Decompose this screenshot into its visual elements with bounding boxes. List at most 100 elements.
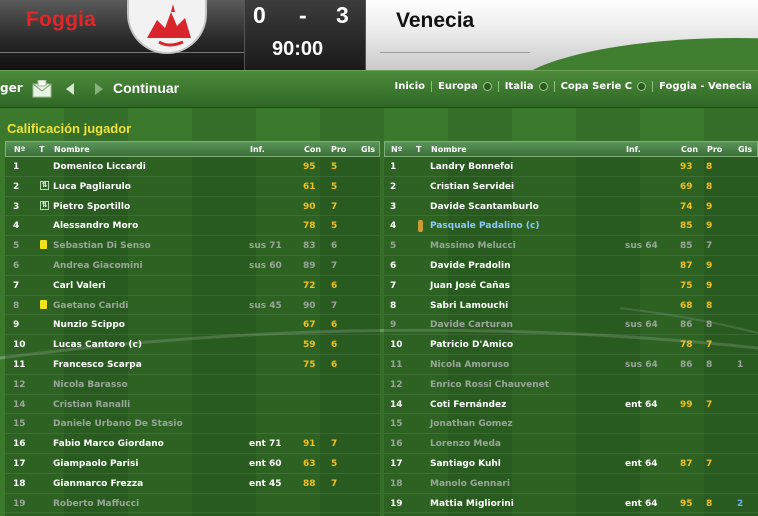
player-row[interactable]: 6 Andrea Giacomini sus 60 89 7	[5, 256, 380, 276]
player-name[interactable]: Davide Scantamburlo	[430, 202, 539, 212]
mail-icon[interactable]	[32, 79, 52, 98]
dropdown-dot-icon[interactable]	[482, 82, 492, 91]
manager-menu[interactable]: ger	[0, 81, 23, 95]
forward-arrow-icon[interactable]	[93, 81, 105, 100]
home-team-name[interactable]: Foggia	[26, 8, 96, 32]
dropdown-dot-icon[interactable]	[538, 82, 548, 91]
player-name[interactable]: Pietro Sportillo	[53, 202, 130, 212]
player-row[interactable]: 4 Alessandro Moro 78 5	[5, 216, 380, 237]
player-name[interactable]: Mattia Migliorini	[430, 499, 514, 509]
player-row[interactable]: 6 Davide Pradolin 87 9	[384, 256, 758, 276]
player-row[interactable]: 18 Manolo Gennari	[384, 474, 758, 494]
player-row[interactable]: 15 Daniele Urbano De Stasio	[5, 414, 380, 435]
player-row[interactable]: 12 Nicola Barasso	[5, 375, 380, 395]
player-name[interactable]: Andrea Giacomini	[53, 261, 143, 271]
back-arrow-icon[interactable]	[64, 81, 76, 100]
col-pro[interactable]: Pro	[331, 145, 346, 154]
player-row[interactable]: 11 Nicola Amoruso sus 64 86 8 1	[384, 355, 758, 375]
player-name[interactable]: Fabio Marco Giordano	[53, 439, 164, 449]
player-name[interactable]: Landry Bonnefoi	[430, 162, 513, 172]
player-row[interactable]: 7 Carl Valeri 72 6	[5, 276, 380, 296]
player-row[interactable]: 1 Landry Bonnefoi 93 8	[384, 157, 758, 177]
player-row[interactable]: 1 Domenico Liccardi 95 5	[5, 157, 380, 177]
player-row[interactable]: 5 Sebastian Di Senso sus 71 83 6	[5, 236, 380, 256]
player-name[interactable]: Francesco Scarpa	[53, 360, 142, 370]
player-row[interactable]: 19 Mattia Migliorini ent 64 95 8 2	[384, 494, 758, 514]
player-name[interactable]: Gianmarco Frezza	[53, 479, 143, 489]
player-name[interactable]: Daniele Urbano De Stasio	[53, 419, 183, 429]
breadcrumb-copa[interactable]: Copa Serie C	[553, 81, 653, 92]
player-name[interactable]: Nicola Amoruso	[430, 360, 509, 370]
breadcrumb-match[interactable]: Foggia - Venecia	[652, 81, 758, 92]
player-row[interactable]: 16 Fabio Marco Giordano ent 71 91 7	[5, 434, 380, 454]
col-num[interactable]: Nº	[391, 145, 402, 154]
player-row[interactable]: 2 ⇅ Luca Pagliarulo 61 5	[5, 177, 380, 197]
player-name[interactable]: Patricio D'Amico	[430, 340, 513, 350]
breadcrumb-inicio[interactable]: Inicio	[389, 81, 432, 92]
player-row[interactable]: 16 Lorenzo Meda	[384, 434, 758, 454]
player-name[interactable]: Massimo Melucci	[430, 241, 516, 251]
player-row[interactable]: 14 Cristian Ranalli	[5, 395, 380, 415]
col-pro[interactable]: Pro	[707, 145, 722, 154]
player-name[interactable]: Lucas Cantoro (c)	[53, 340, 142, 350]
player-name[interactable]: Nicola Barasso	[53, 380, 128, 390]
player-row[interactable]: 7 Juan José Cañas 75 9	[384, 276, 758, 296]
player-name[interactable]: Carl Valeri	[53, 281, 106, 291]
col-num[interactable]: Nº	[14, 145, 25, 154]
player-name[interactable]: Coti Fernández	[430, 400, 506, 410]
player-name[interactable]: Luca Pagliarulo	[53, 182, 131, 192]
breadcrumb-europa[interactable]: Europa	[431, 81, 498, 92]
player-row[interactable]: 11 Francesco Scarpa 75 6	[5, 355, 380, 375]
player-name[interactable]: Sebastian Di Senso	[53, 241, 151, 251]
player-name[interactable]: Giampaolo Parisi	[53, 459, 138, 469]
player-name[interactable]: Gaetano Caridi	[53, 301, 128, 311]
player-name[interactable]: Enrico Rossi Chauvenet	[430, 380, 549, 390]
player-row[interactable]: 12 Enrico Rossi Chauvenet	[384, 375, 758, 395]
player-row[interactable]: 8 Gaetano Caridi sus 45 90 7	[5, 296, 380, 316]
player-name[interactable]: Cristian Servidei	[430, 182, 514, 192]
player-name[interactable]: Nunzio Scippo	[53, 320, 125, 330]
player-row[interactable]: 2 Cristian Servidei 69 8	[384, 177, 758, 197]
dropdown-dot-icon[interactable]	[637, 82, 647, 91]
col-name[interactable]: Nombre	[54, 145, 90, 154]
player-name[interactable]: Jonathan Gomez	[430, 419, 513, 429]
player-row[interactable]: 15 Jonathan Gomez	[384, 414, 758, 435]
col-con[interactable]: Con	[681, 145, 698, 154]
player-name[interactable]: Domenico Liccardi	[53, 162, 146, 172]
player-name[interactable]: Pasquale Padalino (c)	[430, 221, 539, 231]
continue-button[interactable]: Continuar	[113, 80, 179, 96]
player-name[interactable]: Roberto Maffucci	[53, 499, 139, 509]
home-team-crest-icon[interactable]	[127, 0, 207, 54]
player-name[interactable]: Santiago Kuhl	[430, 459, 501, 469]
player-name[interactable]: Sabri Lamouchi	[430, 301, 508, 311]
col-inf[interactable]: Inf.	[626, 145, 641, 154]
player-row[interactable]: 10 Patricio D'Amico 78 7	[384, 335, 758, 355]
col-inf[interactable]: Inf.	[250, 145, 265, 154]
player-name[interactable]: Cristian Ranalli	[53, 400, 130, 410]
player-row[interactable]: 5 Massimo Melucci sus 64 85 7	[384, 236, 758, 256]
player-name[interactable]: Manolo Gennari	[430, 479, 510, 489]
player-name[interactable]: Lorenzo Meda	[430, 439, 501, 449]
player-row[interactable]: 14 Coti Fernández ent 64 99 7	[384, 395, 758, 415]
player-row[interactable]: 18 Gianmarco Frezza ent 45 88 7	[5, 474, 380, 494]
col-t[interactable]: T	[39, 145, 44, 154]
player-row[interactable]: 9 Davide Carturan sus 64 86 8	[384, 315, 758, 336]
player-row[interactable]: 3 Davide Scantamburlo 74 9	[384, 197, 758, 217]
col-con[interactable]: Con	[304, 145, 321, 154]
player-name[interactable]: Davide Pradolin	[430, 261, 511, 271]
player-row[interactable]: 19 Roberto Maffucci	[5, 494, 380, 514]
col-t[interactable]: T	[416, 145, 421, 154]
player-row[interactable]: 3 ⇅ Pietro Sportillo 90 7	[5, 197, 380, 217]
player-row[interactable]: 17 Santiago Kuhl ent 64 87 7	[384, 454, 758, 474]
col-gls[interactable]: Gls	[738, 145, 752, 154]
player-name[interactable]: Davide Carturan	[430, 320, 513, 330]
col-gls[interactable]: Gls	[361, 145, 375, 154]
player-name[interactable]: Juan José Cañas	[430, 281, 510, 291]
player-row[interactable]: 4 Pasquale Padalino (c) 85 9	[384, 216, 758, 237]
player-row[interactable]: 10 Lucas Cantoro (c) 59 6	[5, 335, 380, 355]
col-name[interactable]: Nombre	[431, 145, 467, 154]
player-row[interactable]: 8 Sabri Lamouchi 68 8	[384, 296, 758, 316]
breadcrumb-italia[interactable]: Italia	[497, 81, 554, 92]
player-row[interactable]: 9 Nunzio Scippo 67 6	[5, 315, 380, 336]
away-team-name[interactable]: Venecia	[396, 9, 474, 33]
